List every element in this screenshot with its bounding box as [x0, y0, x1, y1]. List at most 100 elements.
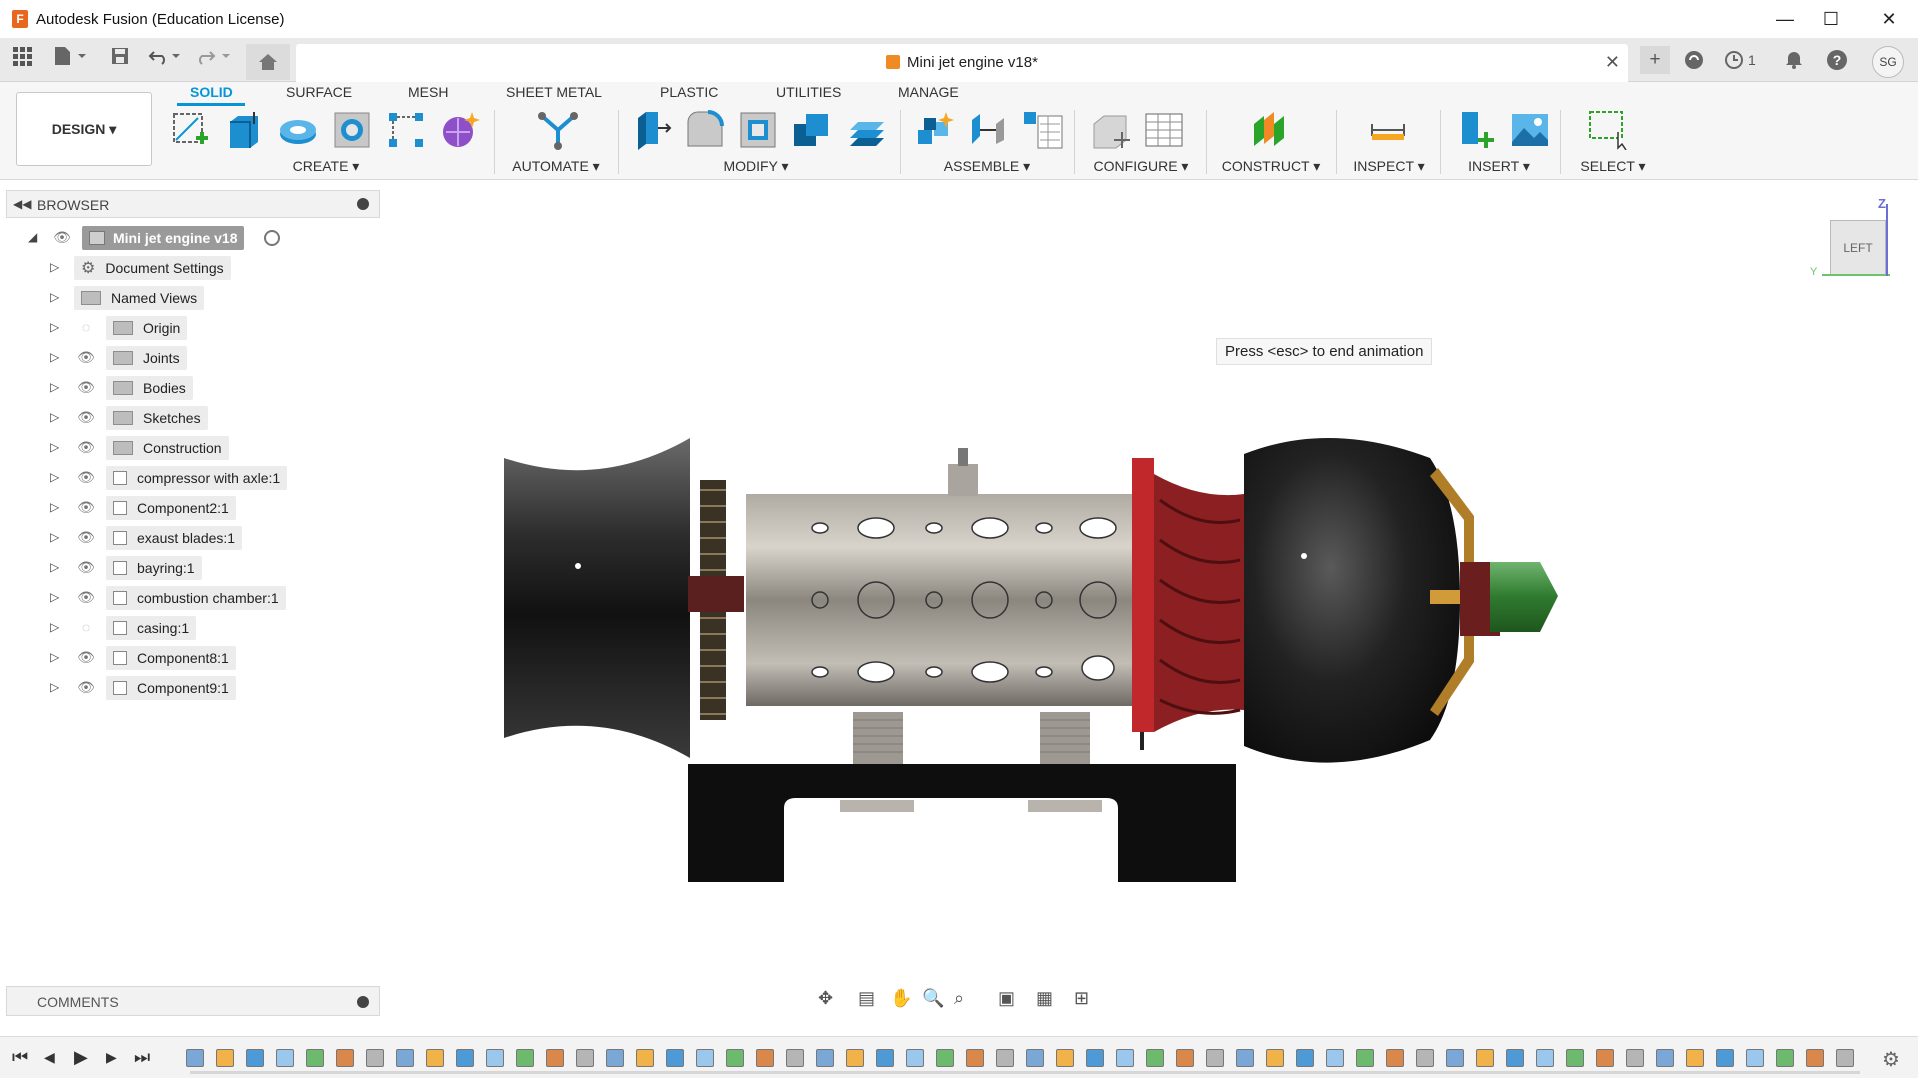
timeline-feature-icon[interactable] — [1056, 1049, 1074, 1067]
timeline-feature-icon[interactable] — [1506, 1049, 1524, 1067]
notifications-clock-icon[interactable] — [1724, 46, 1744, 79]
timeline-feature-icon[interactable] — [486, 1049, 504, 1067]
expand-arrow-icon[interactable]: ▷ — [50, 650, 59, 664]
browser-item[interactable]: ▷ 👁 Bodies — [44, 376, 344, 400]
timeline-feature-icon[interactable] — [1326, 1049, 1344, 1067]
viewports-icon[interactable]: ⊞ — [1074, 988, 1089, 1009]
timeline-feature-icon[interactable] — [726, 1049, 744, 1067]
configuration-table-icon[interactable] — [1144, 110, 1184, 150]
browser-item[interactable]: ▷ 👁 Joints — [44, 346, 344, 370]
undo-icon[interactable] — [146, 46, 186, 74]
timeline-feature-icon[interactable] — [1686, 1049, 1704, 1067]
user-avatar[interactable]: SG — [1872, 46, 1904, 78]
timeline-feature-icon[interactable] — [1416, 1049, 1434, 1067]
joint-icon[interactable] — [968, 110, 1008, 150]
tab-sheet-metal[interactable]: SHEET METAL — [506, 84, 602, 100]
save-icon[interactable] — [108, 46, 132, 74]
automate-group-dropdown[interactable]: AUTOMATE ▾ — [506, 158, 606, 175]
timeline-feature-icon[interactable] — [546, 1049, 564, 1067]
timeline-step-forward-icon[interactable]: ▶ — [106, 1049, 117, 1066]
timeline-feature-icon[interactable] — [696, 1049, 714, 1067]
jet-engine-model[interactable] — [500, 410, 1580, 890]
timeline-feature-icon[interactable] — [366, 1049, 384, 1067]
browser-item[interactable]: ▷ Named Views — [44, 286, 344, 310]
collapse-arrow-icon[interactable]: ◢ — [28, 230, 37, 244]
expand-arrow-icon[interactable]: ▷ — [50, 680, 59, 694]
close-window-button[interactable]: ✕ — [1866, 6, 1912, 32]
timeline-feature-icon[interactable] — [876, 1049, 894, 1067]
construct-plane-icon[interactable] — [1250, 110, 1290, 150]
insert-canvas-icon[interactable] — [1510, 110, 1550, 150]
insert-group-dropdown[interactable]: INSERT ▾ — [1454, 158, 1544, 175]
assemble-group-dropdown[interactable]: ASSEMBLE ▾ — [932, 158, 1042, 175]
comments-panel[interactable]: COMMENTS — [6, 986, 380, 1016]
timeline-feature-icon[interactable] — [276, 1049, 294, 1067]
timeline-feature-icon[interactable] — [1626, 1049, 1644, 1067]
expand-arrow-icon[interactable]: ▷ — [50, 590, 59, 604]
visibility-eye-icon[interactable]: 👁 — [76, 529, 96, 545]
timeline-feature-icon[interactable] — [636, 1049, 654, 1067]
browser-item[interactable]: ▷ 👁 Component2:1 — [44, 496, 344, 520]
timeline-feature-icon[interactable] — [936, 1049, 954, 1067]
visibility-eye-icon[interactable]: 👁 — [52, 229, 72, 245]
select-group-dropdown[interactable]: SELECT ▾ — [1568, 158, 1658, 175]
timeline-feature-icon[interactable] — [1656, 1049, 1674, 1067]
tab-utilities[interactable]: UTILITIES — [776, 84, 841, 100]
visibility-eye-icon[interactable]: 👁 — [76, 349, 96, 365]
pattern-icon[interactable] — [386, 110, 426, 150]
shell-icon[interactable] — [738, 110, 778, 150]
visibility-eye-icon[interactable]: 👁 — [76, 679, 96, 695]
tab-mesh[interactable]: MESH — [408, 84, 448, 100]
viewcube[interactable]: LEFT — [1830, 220, 1886, 276]
timeline-feature-icon[interactable] — [1836, 1049, 1854, 1067]
timeline-feature-icon[interactable] — [1146, 1049, 1164, 1067]
browser-pin-icon[interactable] — [357, 198, 369, 210]
browser-item[interactable]: ▷ 👁 combustion chamber:1 — [44, 586, 344, 610]
browser-item[interactable]: ▷ 👁 Component9:1 — [44, 676, 344, 700]
browser-item[interactable]: ▷ 👁 bayring:1 — [44, 556, 344, 580]
job-status-sync-icon[interactable] — [1684, 46, 1704, 79]
timeline-feature-icon[interactable] — [996, 1049, 1014, 1067]
timeline-feature-icon[interactable] — [216, 1049, 234, 1067]
visibility-eye-icon[interactable]: 👁 — [76, 649, 96, 665]
timeline-feature-icon[interactable] — [576, 1049, 594, 1067]
fit-zoom-icon[interactable]: ⌕ — [954, 988, 964, 1009]
bill-of-materials-icon[interactable] — [1020, 110, 1063, 150]
configure-group-dropdown[interactable]: CONFIGURE ▾ — [1086, 158, 1196, 175]
look-at-icon[interactable]: ▤ — [858, 988, 875, 1009]
timeline-feature-icon[interactable] — [1356, 1049, 1374, 1067]
browser-item[interactable]: ▷ ⚙ Document Settings — [44, 256, 344, 280]
construct-group-dropdown[interactable]: CONSTRUCT ▾ — [1216, 158, 1326, 175]
timeline-feature-icon[interactable] — [1236, 1049, 1254, 1067]
visibility-eye-icon[interactable]: 👁 — [76, 379, 96, 395]
zoom-icon[interactable]: 🔍 — [922, 988, 944, 1009]
timeline-feature-icon[interactable] — [1776, 1049, 1794, 1067]
timeline-feature-icon[interactable] — [1716, 1049, 1734, 1067]
orbit-icon[interactable]: ✥ — [818, 988, 833, 1009]
timeline-feature-icon[interactable] — [456, 1049, 474, 1067]
expand-arrow-icon[interactable]: ▷ — [50, 440, 59, 454]
browser-item[interactable]: ▷ 👁 Construction — [44, 436, 344, 460]
file-menu-icon[interactable] — [50, 46, 90, 74]
timeline-feature-icon[interactable] — [1746, 1049, 1764, 1067]
visibility-eye-icon[interactable]: 👁 — [76, 589, 96, 605]
timeline-feature-icon[interactable] — [1176, 1049, 1194, 1067]
activate-radio-icon[interactable] — [264, 230, 280, 246]
visibility-eye-icon[interactable]: 👁 — [76, 469, 96, 485]
expand-arrow-icon[interactable]: ▷ — [50, 410, 59, 424]
expand-arrow-icon[interactable]: ▷ — [50, 350, 59, 364]
timeline-feature-icon[interactable] — [186, 1049, 204, 1067]
expand-arrow-icon[interactable]: ▷ — [50, 500, 59, 514]
help-icon[interactable]: ? — [1826, 46, 1848, 80]
timeline-track[interactable] — [190, 1071, 1860, 1074]
maximize-button[interactable]: ☐ — [1808, 6, 1854, 32]
tab-manage[interactable]: MANAGE — [898, 84, 959, 100]
timeline-feature-icon[interactable] — [1806, 1049, 1824, 1067]
timeline-play-icon[interactable]: ▶ — [74, 1047, 88, 1068]
tab-solid[interactable]: SOLID — [190, 84, 233, 100]
form-icon[interactable] — [440, 110, 480, 150]
redo-icon[interactable] — [196, 46, 236, 74]
expand-arrow-icon[interactable]: ▷ — [50, 560, 59, 574]
configure-parameters-icon[interactable] — [1090, 110, 1130, 150]
pan-hand-icon[interactable]: ✋ — [890, 988, 912, 1009]
